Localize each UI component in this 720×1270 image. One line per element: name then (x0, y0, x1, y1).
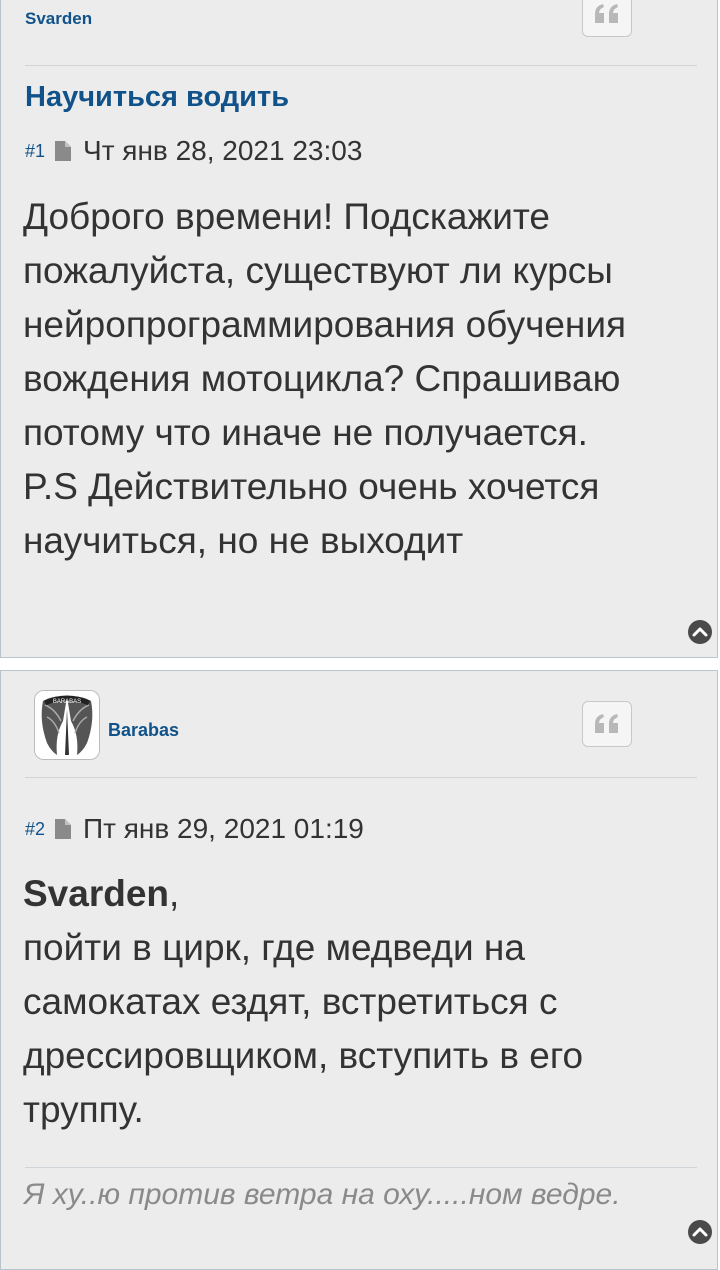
post-meta: #1 Чт янв 28, 2021 23:03 (25, 135, 362, 167)
chevron-up-circle-icon (688, 620, 712, 644)
signature-divider (25, 1167, 697, 1168)
chevron-up-circle-icon (688, 1220, 712, 1244)
addressee-name[interactable]: Svarden (23, 873, 169, 914)
post-title[interactable]: Научиться водить (25, 81, 289, 114)
back-to-top-button[interactable] (687, 1219, 713, 1245)
avatar-text: BARABAS (53, 699, 81, 705)
quote-button[interactable] (582, 701, 632, 747)
quote-icon (595, 4, 618, 23)
header-divider (25, 65, 697, 66)
post-author[interactable]: Svarden (25, 9, 92, 29)
quote-button[interactable] (582, 0, 632, 37)
post-1: Svarden Научиться водить #1 Чт янв 28, 2… (0, 0, 718, 658)
quote-icon (595, 714, 618, 733)
post-content: Svarden, пойти в цирк, где медведи на са… (23, 867, 697, 1137)
post-number-link[interactable]: #2 (25, 819, 45, 840)
user-signature: Я ху..ю против ветра на оху.....ном ведр… (24, 1178, 621, 1211)
winged-avatar-image: BARABAS (35, 691, 99, 759)
post-date: Чт янв 28, 2021 23:03 (83, 135, 363, 166)
back-to-top-button[interactable] (687, 619, 713, 645)
avatar[interactable]: BARABAS (34, 690, 100, 760)
post-author[interactable]: Barabas (108, 720, 179, 741)
post-content: Доброго времени! Подскажите пожалуйста, … (23, 196, 627, 561)
post-meta: #2 Пт янв 29, 2021 01:19 (25, 813, 364, 845)
post-content-text: пойти в цирк, где медведи на самокатах е… (23, 927, 584, 1130)
post-date: Пт янв 29, 2021 01:19 (83, 813, 364, 844)
post-number-link[interactable]: #1 (25, 141, 45, 162)
document-icon[interactable] (55, 819, 72, 839)
document-icon[interactable] (55, 141, 72, 161)
header-divider (25, 777, 697, 778)
addressee-comma: , (169, 873, 180, 914)
